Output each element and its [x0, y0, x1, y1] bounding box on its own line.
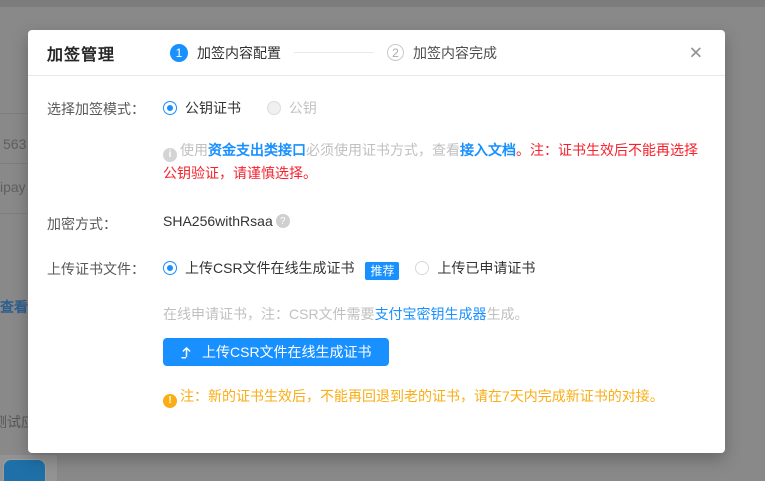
step-1-circle: 1: [170, 44, 188, 62]
keygen-tool-link[interactable]: 支付宝密钥生成器: [375, 306, 487, 322]
upload-button-row: 上传CSR文件在线生成证书: [47, 338, 705, 366]
background-divider: [0, 113, 28, 114]
dialog-title: 加签管理: [47, 41, 115, 65]
cert-note-row: !注：新的证书生效后，不能再回退到老的证书，请在7天内完成新证书的对接。: [47, 388, 705, 408]
info-middle: 必须使用证书方式，查看: [306, 142, 460, 158]
sign-mode-options: 公钥证书 公钥: [163, 98, 705, 118]
info-icon: i: [163, 148, 177, 162]
radio-circle-icon: [163, 261, 177, 275]
radio-upload-csr[interactable]: 上传CSR文件在线生成证书: [163, 258, 355, 278]
radio-circle-icon: [163, 101, 177, 115]
radio-public-key-cert[interactable]: 公钥证书: [163, 98, 241, 118]
mode-info-row: i使用资金支出类接口必须使用证书方式，查看接入文档。注：证书生效后不能再选择公钥…: [47, 139, 705, 185]
radio-circle-icon: [267, 101, 281, 115]
background-table-cell: ipay: [0, 179, 26, 195]
close-icon[interactable]: ✕: [689, 44, 703, 61]
steps-connector: [294, 52, 374, 53]
hint-prefix: 在线申请证书，注：CSR文件需要: [163, 306, 375, 322]
encryption-value: SHA256withRsaa ?: [163, 213, 290, 229]
sign-mode-row: 选择加签模式： 公钥证书 公钥: [47, 98, 705, 119]
encryption-row: 加密方式： SHA256withRsaa ?: [47, 213, 705, 234]
background-divider: [0, 163, 28, 164]
radio-label: 公钥: [289, 98, 317, 118]
recommended-badge: 推荐: [365, 262, 399, 280]
radio-circle-icon: [415, 261, 429, 275]
upload-cert-row: 上传证书文件： 上传CSR文件在线生成证书 推荐 上传已申请证书: [47, 258, 705, 279]
radio-label: 上传CSR文件在线生成证书: [185, 258, 355, 278]
csr-hint-text: 在线申请证书，注：CSR文件需要支付宝密钥生成器生成。: [163, 304, 705, 324]
help-icon[interactable]: ?: [276, 214, 290, 228]
dialog-body: 选择加签模式： 公钥证书 公钥 i使用资金支出类接口必须使用证书方式，查看接入文…: [28, 76, 725, 408]
background-app-icon: [3, 459, 46, 481]
background-header-strip: [0, 0, 765, 7]
upload-button-label: 上传CSR文件在线生成证书: [202, 342, 372, 362]
hint-suffix: 生成。: [487, 306, 529, 322]
background-table-cell: 563: [3, 136, 26, 152]
note-message: 注：新的证书生效后，不能再回退到老的证书，请在7天内完成新证书的对接。: [180, 388, 664, 404]
dialog-header: 加签管理 1 加签内容配置 2 加签内容完成 ✕: [28, 30, 725, 76]
radio-label: 上传已申请证书: [437, 258, 535, 278]
signature-management-dialog: 加签管理 1 加签内容配置 2 加签内容完成 ✕ 选择加签模式： 公钥证书: [28, 30, 725, 453]
upload-csr-button[interactable]: 上传CSR文件在线生成证书: [163, 338, 389, 366]
docs-link[interactable]: 接入文档: [460, 142, 516, 158]
info-prefix: 使用: [180, 142, 208, 158]
encryption-label: 加密方式：: [47, 213, 163, 234]
upload-cert-label: 上传证书文件：: [47, 258, 163, 279]
step-2: 2 加签内容完成: [387, 43, 497, 63]
step-2-label: 加签内容完成: [413, 43, 497, 63]
step-1-label: 加签内容配置: [197, 43, 281, 63]
background-divider: [0, 213, 28, 214]
upload-cert-options: 上传CSR文件在线生成证书 推荐 上传已申请证书: [163, 258, 705, 279]
csr-hint-row: 在线申请证书，注：CSR文件需要支付宝密钥生成器生成。: [47, 304, 705, 324]
step-2-circle: 2: [387, 44, 404, 61]
mode-info-text: i使用资金支出类接口必须使用证书方式，查看接入文档。注：证书生效后不能再选择公钥…: [163, 139, 705, 185]
cert-note-text: !注：新的证书生效后，不能再回退到老的证书，请在7天内完成新证书的对接。: [163, 388, 705, 408]
step-1: 1 加签内容配置: [170, 43, 281, 63]
funds-api-link[interactable]: 资金支出类接口: [208, 142, 306, 158]
steps-indicator: 1 加签内容配置 2 加签内容完成: [170, 43, 497, 63]
upload-icon: [180, 346, 193, 359]
sign-mode-label: 选择加签模式：: [47, 98, 163, 119]
warning-icon: !: [163, 394, 177, 408]
radio-upload-existing[interactable]: 上传已申请证书: [415, 258, 535, 278]
radio-label: 公钥证书: [185, 98, 241, 118]
radio-public-key: 公钥: [267, 98, 317, 118]
encryption-algorithm: SHA256withRsaa: [163, 213, 273, 229]
